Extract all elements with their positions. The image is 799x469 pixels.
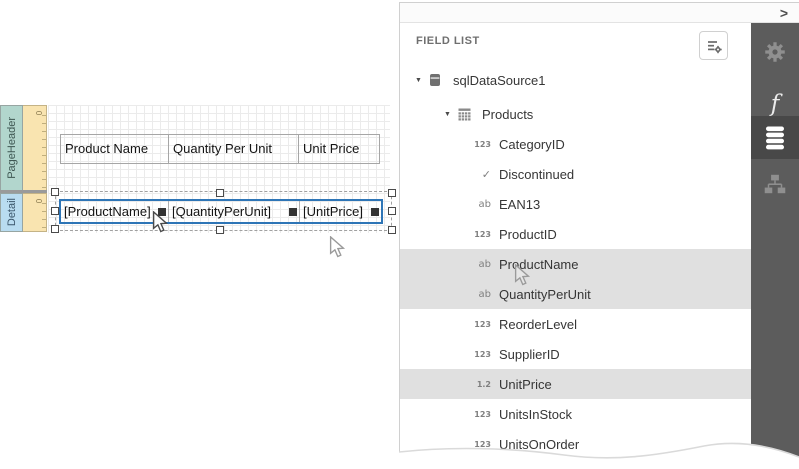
designer-sidebar: f [751,23,799,469]
number-field-icon: 123 [474,230,491,239]
field-list-tree: ▼ sqlDataSource1 ▼ [400,65,751,459]
tree-item-sqldatasource1[interactable]: ▼ sqlDataSource1 [400,65,751,95]
torn-edge-decoration [399,429,799,469]
header-cell-quantity-per-unit[interactable]: Quantity Per Unit [169,135,299,163]
band-detail-label: Detail [6,198,18,226]
data-table-icon [458,108,474,121]
decimal-field-icon: 1.2 [474,380,491,389]
detail-cell-productname-text: [ProductName] [64,204,151,219]
field-item-quantityperunit[interactable]: ab QuantityPerUnit [400,279,751,309]
list-settings-icon [705,37,723,55]
band-pageheader[interactable]: PageHeader [0,105,23,191]
sidebar-item-field-list-selected[interactable] [751,116,799,159]
field-label: CategoryID [499,137,565,152]
field-item-discontinued[interactable]: ✓ Discontinued [400,159,751,189]
field-item-reorderlevel[interactable]: 123 ReorderLevel [400,309,751,339]
number-field-icon: 123 [474,350,491,359]
field-label: ProductID [499,227,557,242]
field-item-ean13[interactable]: ab EAN13 [400,189,751,219]
number-field-icon: 123 [474,320,491,329]
selection-handle[interactable] [388,226,396,234]
database-icon [429,73,445,87]
selection-handle[interactable] [388,207,396,215]
selection-handle[interactable] [51,207,59,215]
text-field-icon: ab [474,289,491,300]
number-field-icon: 123 [474,140,491,149]
ruler-origin-label: 0 [36,111,44,115]
table-header-row: Product Name Quantity Per Unit Unit Pric… [60,134,380,164]
chevron-down-icon[interactable]: ▼ [444,111,458,118]
table-label: Products [482,107,533,122]
field-label: UnitsInStock [499,407,572,422]
gear-icon [762,39,788,65]
header-cell-unit-price[interactable]: Unit Price [299,135,379,163]
field-list-panel: > FIELD LIST [399,2,799,469]
field-label: ReorderLevel [499,317,577,332]
vertical-ruler-detail: 0 [23,193,47,232]
band-detail[interactable]: Detail [0,193,23,232]
datasource-label: sqlDataSource1 [453,73,546,88]
selection-handle[interactable] [388,189,396,197]
function-icon: f [771,92,780,116]
header-cell-product-name[interactable]: Product Name [61,135,169,163]
detail-cell-unitprice[interactable]: [UnitPrice] [300,201,381,222]
report-designer: PageHeader Detail 0 0 Product Name Quant… [0,0,799,469]
detail-cell-quantityperunit-text: [QuantityPerUnit] [172,204,271,219]
field-item-supplierid[interactable]: 123 SupplierID [400,339,751,369]
smart-tag-button[interactable] [289,208,297,216]
detail-cell-quantityperunit[interactable]: [QuantityPerUnit] [169,201,300,222]
panel-title: FIELD LIST [416,35,480,47]
hierarchy-icon [762,171,788,197]
selection-handle[interactable] [51,188,59,196]
text-field-icon: ab [474,199,491,210]
detail-cell-unitprice-text: [UnitPrice] [303,204,363,219]
text-field-icon: ab [474,259,491,270]
chevron-right-icon[interactable]: > [780,4,788,22]
field-label: SupplierID [499,347,560,362]
field-label: UnitPrice [499,377,552,392]
field-item-categoryid[interactable]: 123 CategoryID [400,129,751,159]
mouse-cursor [329,236,346,258]
sidebar-item-report-explorer[interactable] [751,165,799,203]
database-icon [764,125,786,151]
tree-item-products[interactable]: ▼ Products [400,99,751,129]
field-label: EAN13 [499,197,540,212]
boolean-field-icon: ✓ [474,168,491,181]
ruler-origin-label: 0 [36,199,44,203]
field-item-unitsinstock[interactable]: 123 UnitsInStock [400,399,751,429]
panel-topbar: > [400,3,799,23]
field-item-productname[interactable]: ab ProductName [400,249,751,279]
vertical-ruler-pageheader: 0 [23,105,47,191]
field-label: Discontinued [499,167,574,182]
band-separator[interactable] [0,190,47,193]
sidebar-item-properties[interactable] [751,33,799,71]
table-detail-row-selected: [ProductName] [QuantityPerUnit] [UnitPri… [59,199,383,224]
mouse-cursor [514,264,531,286]
field-label: ProductName [499,257,578,272]
smart-tag-button[interactable] [371,208,379,216]
selection-handle[interactable] [51,225,59,233]
mouse-cursor-pressed [152,211,169,233]
field-item-unitprice[interactable]: 1.2 UnitPrice [400,369,751,399]
selection-handle[interactable] [216,189,224,197]
field-list-options-button[interactable] [699,31,728,60]
field-item-productid[interactable]: 123 ProductID [400,219,751,249]
chevron-down-icon[interactable]: ▼ [415,77,429,84]
band-pageheader-label: PageHeader [6,117,18,179]
number-field-icon: 123 [474,410,491,419]
field-label: QuantityPerUnit [499,287,591,302]
selection-handle[interactable] [216,226,224,234]
